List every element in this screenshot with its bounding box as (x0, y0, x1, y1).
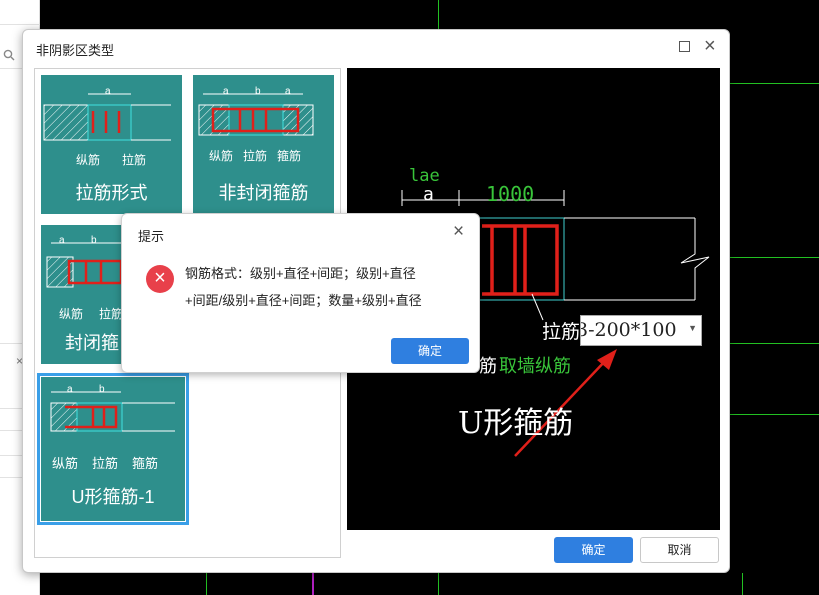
dim-label: a (59, 235, 65, 246)
dim-label: a (223, 86, 229, 97)
dim-label: a (105, 86, 111, 97)
dim-label: a (285, 86, 291, 97)
dim-a-label: a (423, 184, 434, 205)
search-icon[interactable] (3, 48, 15, 61)
tile-name: 非封闭箍筋 (218, 183, 309, 203)
preview-caption: U形箍筋 (458, 406, 574, 441)
tile-label-tie: 拉筋 (122, 153, 147, 167)
dim-label: b (99, 384, 105, 395)
alert-message-line2: +间距/级别+直径+间距；数量+级别+直径 (185, 293, 422, 308)
tie-spec-value: 3-200*100 (580, 319, 677, 341)
lae-label: lae (409, 166, 440, 186)
cancel-button[interactable]: 取消 (640, 537, 719, 563)
maximize-icon[interactable] (679, 41, 690, 52)
alert-ok-button[interactable]: 确定 (391, 338, 469, 364)
dim-label: a (67, 384, 73, 395)
close-icon[interactable]: × (704, 36, 716, 56)
tile-label-tie: 拉筋 (99, 307, 124, 321)
tile-label-tie: 拉筋 (243, 149, 268, 163)
alert-title: 提示 (138, 229, 165, 244)
dim-label: b (91, 235, 97, 246)
ok-button[interactable]: 确定 (554, 537, 633, 563)
u-stirrup-diagram (50, 391, 175, 432)
tie-spec-input[interactable]: 3-200*100 ▼ (580, 315, 702, 346)
tile-name: U形箍筋-1 (71, 487, 155, 507)
tile-u-stirrup-1[interactable]: a b 纵筋 拉筋 箍筋 U形箍筋-1 (37, 373, 189, 525)
tile-label-longitudinal: 纵筋 (76, 153, 101, 167)
tile-label-longitudinal: 纵筋 (209, 149, 234, 163)
dialog-title: 非阴影区类型 (36, 43, 115, 58)
dim-length-label: 1000 (486, 182, 535, 206)
tie-form-diagram (43, 93, 171, 141)
tile-name: 拉筋形式 (75, 183, 148, 203)
open-stirrup-diagram (198, 93, 314, 136)
tie-label: 拉筋 (542, 321, 581, 343)
tile-label-stirrup: 箍筋 (277, 149, 302, 163)
tile-tie-form[interactable]: a 纵筋 拉筋 拉筋形式 (41, 75, 182, 214)
tile-open-stirrup[interactable]: a b a 纵筋 拉筋 箍筋 非封闭箍筋 (193, 75, 334, 214)
tile-label-longitudinal: 纵筋 (52, 456, 79, 471)
rebar-prefix-label: 筋 (479, 356, 497, 377)
tile-label-longitudinal: 纵筋 (59, 307, 84, 321)
tile-label-stirrup: 箍筋 (132, 456, 159, 471)
chevron-down-icon[interactable]: ▼ (688, 323, 697, 333)
error-icon: × (146, 265, 174, 293)
take-wall-label: 取墙纵筋 (499, 356, 571, 377)
dim-label: b (255, 86, 261, 97)
alert-message-line1: 钢筋格式：级别+直径+间距；级别+直径 (185, 266, 416, 281)
format-alert-dialog: 提示 × × 钢筋格式：级别+直径+间距；级别+直径 +间距/级别+直径+间距；… (121, 213, 480, 373)
tile-label-tie: 拉筋 (92, 456, 119, 471)
close-icon[interactable]: × (453, 221, 464, 243)
